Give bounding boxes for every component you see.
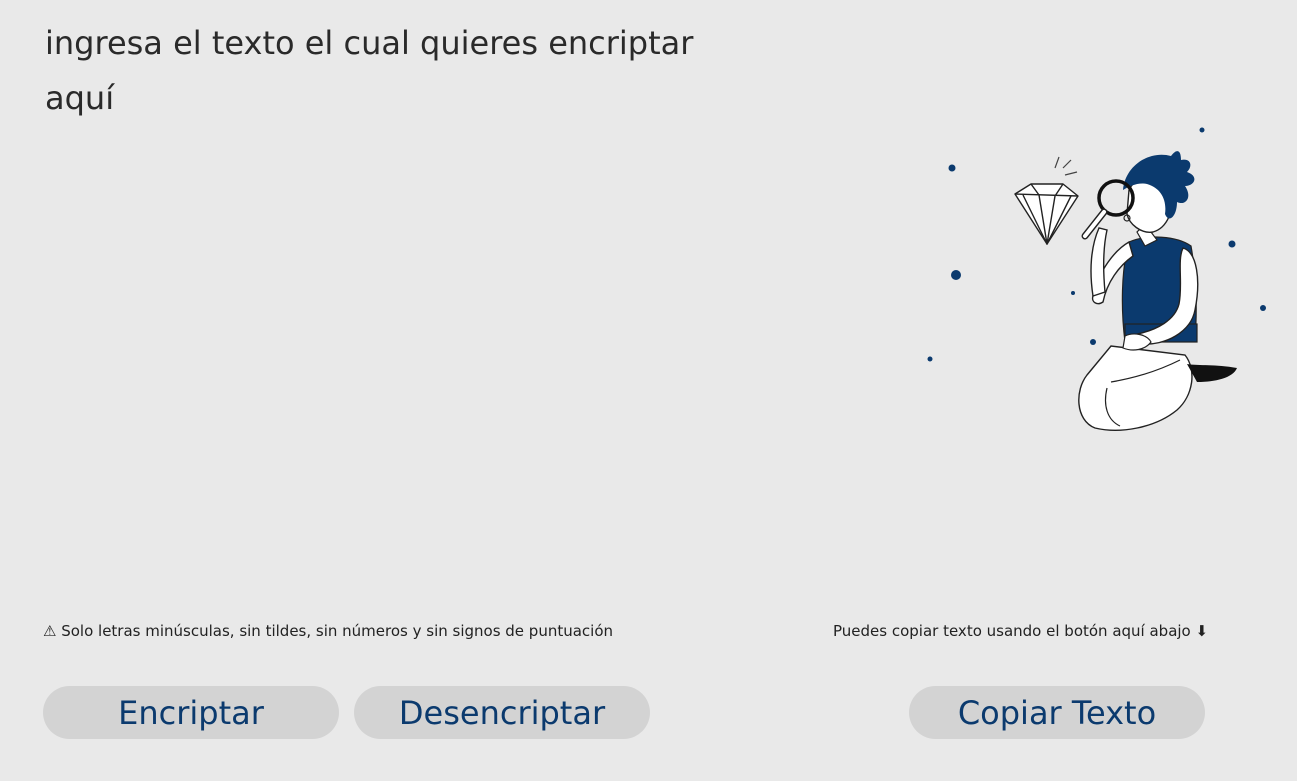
encrypt-button[interactable]: Encriptar	[43, 686, 339, 739]
input-rules-text: Solo letras minúsculas, sin tildes, sin …	[56, 622, 614, 640]
magnifier-icon	[1081, 179, 1135, 240]
diamond-icon	[1014, 183, 1079, 245]
encryptor-page: ⚠ Solo letras minúsculas, sin tildes, si…	[0, 0, 1297, 781]
arrow-down-icon: ⬇	[1190, 622, 1209, 640]
input-rules-hint: ⚠ Solo letras minúsculas, sin tildes, si…	[43, 622, 613, 640]
decrypt-button[interactable]: Desencriptar	[354, 686, 650, 739]
person-with-magnifier-illustration	[927, 127, 1266, 431]
text-input[interactable]	[45, 16, 745, 576]
copy-text-button[interactable]: Copiar Texto	[909, 686, 1205, 739]
copy-hint: Puedes copiar texto usando el botón aquí…	[833, 622, 1208, 640]
warning-icon: ⚠	[43, 622, 57, 640]
copy-hint-text: Puedes copiar texto usando el botón aquí…	[833, 622, 1191, 640]
